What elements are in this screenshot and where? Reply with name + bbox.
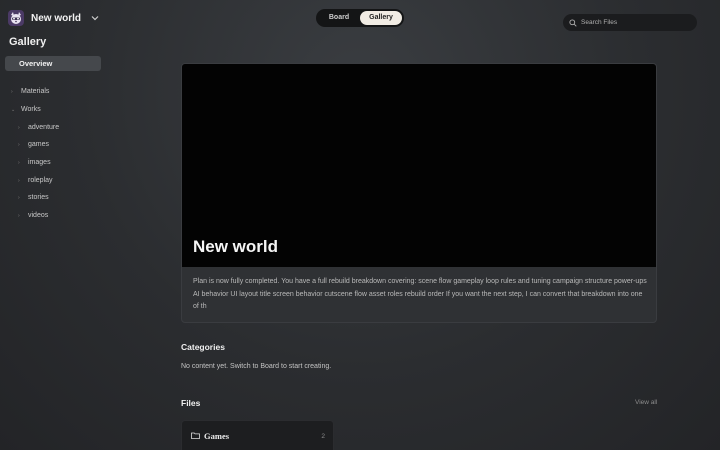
sidebar-item-label: adventure [28,124,60,131]
hero-card[interactable]: New world Plan is now fully completed. Y… [181,63,657,323]
sidebar-title: Gallery [9,36,47,48]
chevron-right-icon[interactable]: › [18,178,24,184]
sidebar-item-materials[interactable]: › Materials [11,88,49,95]
file-count: 2 [321,433,325,440]
workspace-name: New world [31,12,82,24]
app-window: New world Gallery Overview › Materials ⌄… [0,0,720,450]
sidebar-item-videos[interactable]: › videos [18,212,48,219]
chevron-right-icon[interactable]: › [18,160,24,166]
sidebar-item-label: Works [21,106,41,113]
sidebar-item-roleplay[interactable]: › roleplay [18,177,53,184]
workspace-switcher[interactable]: New world [8,9,99,27]
sidebar-item-label: roleplay [28,177,53,184]
chevron-right-icon[interactable]: › [18,125,24,131]
search-input[interactable] [581,19,691,26]
sidebar-item-adventure[interactable]: › adventure [18,124,59,131]
sidebar-item-label: Materials [21,88,50,95]
sidebar-item-overview[interactable]: Overview [5,56,101,71]
sidebar-item-label: stories [28,194,49,201]
sidebar-item-label: games [28,141,50,148]
file-card-games[interactable]: Games 2 [181,420,334,450]
categories-title: Categories [181,342,225,352]
sidebar-item-label: images [28,159,51,166]
sidebar: New world Gallery Overview › Materials ⌄… [0,0,110,450]
hero-description: Plan is now fully completed. You have a … [193,278,647,310]
chevron-right-icon[interactable]: › [18,195,24,201]
view-toggle: Board Gallery [316,9,404,27]
sidebar-item-works[interactable]: ⌄ Works [11,106,41,113]
chevron-down-icon[interactable] [91,13,99,23]
view-all-link[interactable]: View all [635,399,657,406]
tab-gallery[interactable]: Gallery [360,11,402,25]
sidebar-item-label: videos [28,212,49,219]
chevron-right-icon[interactable]: › [11,89,17,95]
search-bar[interactable] [563,14,697,31]
categories-empty-text: No content yet. Switch to Board to start… [181,363,332,370]
chevron-down-icon[interactable]: ⌄ [11,107,17,113]
sidebar-item-stories[interactable]: › stories [18,194,49,201]
chevron-right-icon[interactable]: › [18,142,24,148]
tab-board[interactable]: Board [318,11,360,25]
chevron-right-icon[interactable]: › [18,213,24,219]
sidebar-item-images[interactable]: › images [18,159,51,166]
search-icon [569,14,577,32]
raccoon-avatar-icon [8,10,24,26]
folder-icon [191,431,200,441]
files-title: Files [181,398,201,408]
file-name: Games [191,431,229,441]
file-name-label: Games [204,431,230,441]
sidebar-item-games[interactable]: › games [18,141,49,148]
hero-title: New world [193,237,279,256]
